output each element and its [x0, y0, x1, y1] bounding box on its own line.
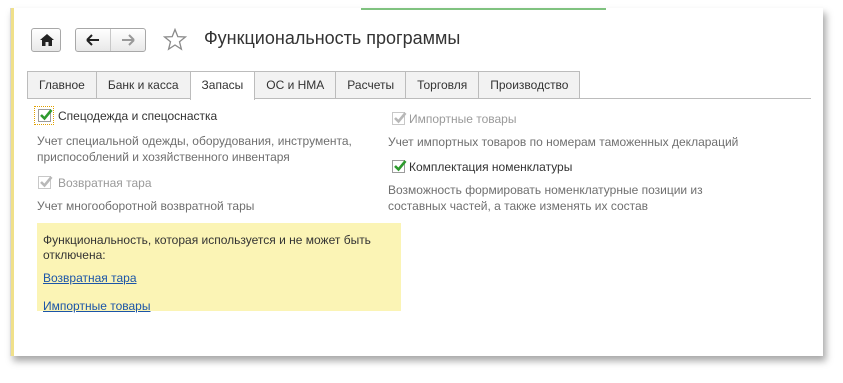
checkmark-icon	[40, 176, 53, 188]
home-button[interactable]	[31, 28, 61, 52]
notice-panel: Функциональность, которая используется и…	[37, 223, 401, 313]
window: Функциональность программы Главное Банк …	[10, 8, 823, 356]
workwear-checkbox[interactable]	[38, 109, 53, 122]
top-accent-line	[361, 8, 606, 10]
imports-label[interactable]: Импортные товары	[409, 112, 516, 126]
tab-bar: Главное Банк и касса Запасы ОС и НМА Рас…	[27, 71, 581, 100]
arrow-right-icon	[122, 34, 135, 46]
imports-description: Учет импортных товаров по номерам таможе…	[388, 135, 739, 149]
kitting-checkbox[interactable]	[392, 160, 407, 173]
navigation-buttons	[75, 28, 146, 52]
tab-main[interactable]: Главное	[27, 71, 97, 98]
forward-button[interactable]	[110, 29, 145, 51]
arrow-left-icon	[86, 34, 99, 46]
tab-bank-cash[interactable]: Банк и касса	[95, 71, 191, 98]
tab-trade[interactable]: Торговля	[405, 71, 480, 98]
imports-checkbox[interactable]	[392, 112, 407, 125]
link-imports[interactable]: Импортные товары	[43, 299, 150, 313]
home-icon	[40, 34, 54, 46]
kitting-label[interactable]: Комплектация номенклатуры	[409, 160, 572, 174]
returnable-label[interactable]: Возвратная тара	[58, 176, 152, 190]
workwear-description: Учет специальной одежды, оборудования, и…	[37, 134, 352, 164]
star-icon[interactable]	[163, 28, 187, 51]
tab-payroll[interactable]: Расчеты	[335, 71, 407, 98]
tab-divider	[27, 98, 811, 99]
notice-text: Функциональность, которая используется и…	[43, 233, 371, 262]
checkmark-icon	[394, 112, 407, 124]
tab-fixed-assets[interactable]: ОС и НМА	[254, 71, 337, 98]
tab-inventory[interactable]: Запасы	[189, 71, 256, 100]
returnable-checkbox[interactable]	[38, 176, 53, 189]
page-title: Функциональность программы	[204, 28, 461, 48]
returnable-description: Учет многооборотной возвратной тары	[37, 199, 255, 213]
checkmark-icon	[40, 109, 53, 121]
link-returnable[interactable]: Возвратная тара	[43, 271, 137, 285]
workwear-label[interactable]: Спецодежда и спецоснастка	[58, 109, 217, 123]
tab-production[interactable]: Производство	[478, 71, 581, 98]
back-button[interactable]	[76, 29, 110, 51]
checkmark-icon	[394, 160, 407, 172]
kitting-description: Возможность формировать номенклатурные п…	[388, 183, 703, 213]
